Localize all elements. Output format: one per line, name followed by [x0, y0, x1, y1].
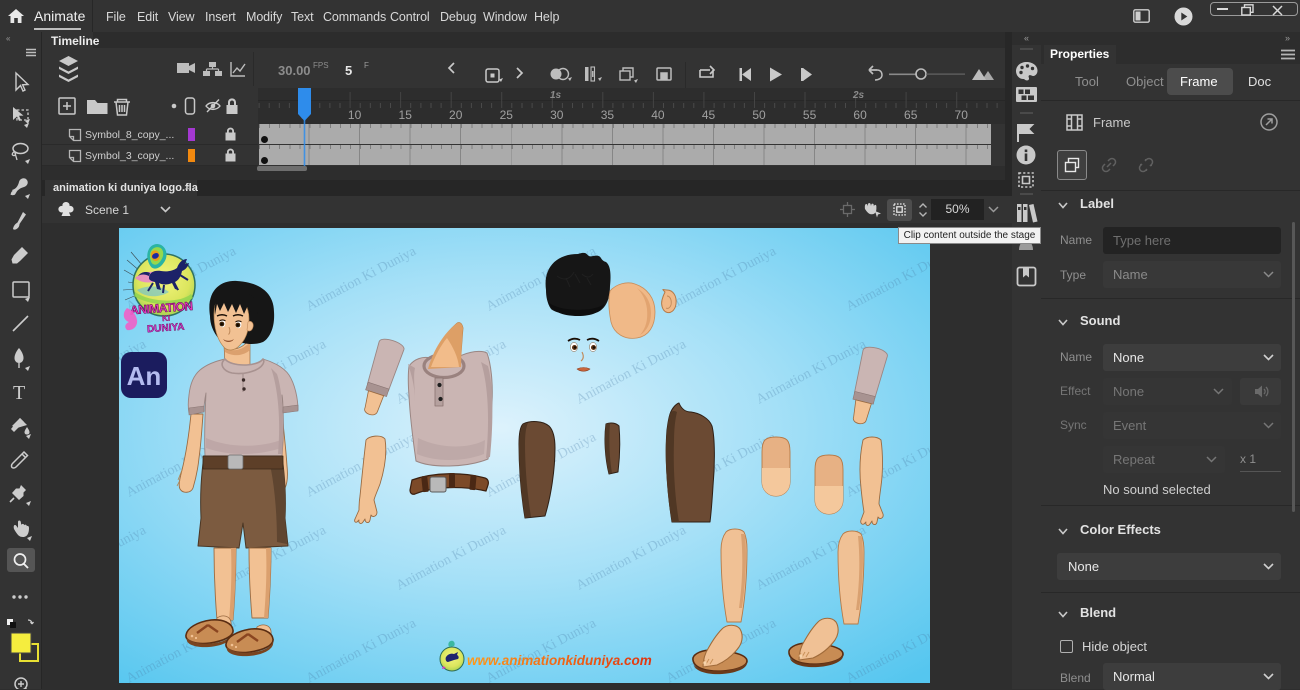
svg-text:Symbol_8_copy_...: Symbol_8_copy_...: [85, 129, 174, 141]
svg-text:«: «: [6, 34, 11, 43]
svg-text:T: T: [13, 382, 25, 404]
svg-text:50: 50: [752, 108, 766, 122]
svg-text:1s: 1s: [550, 90, 562, 101]
svg-text:30: 30: [550, 108, 564, 122]
svg-text:15: 15: [399, 108, 413, 122]
svg-text:FPS: FPS: [313, 61, 329, 70]
svg-text:45: 45: [702, 108, 716, 122]
svg-text:F: F: [364, 61, 369, 70]
svg-text:25: 25: [500, 108, 514, 122]
svg-text:55: 55: [803, 108, 817, 122]
svg-text:30.00: 30.00: [278, 63, 311, 78]
svg-text:60: 60: [853, 108, 867, 122]
svg-text:35: 35: [601, 108, 615, 122]
svg-text:20: 20: [449, 108, 463, 122]
svg-text:10: 10: [348, 108, 362, 122]
svg-text:70: 70: [955, 108, 969, 122]
svg-text:www.animationkiduniya.com: www.animationkiduniya.com: [467, 653, 652, 668]
svg-text:2s: 2s: [852, 90, 865, 101]
svg-text:An: An: [127, 361, 162, 391]
svg-text:65: 65: [904, 108, 918, 122]
svg-text:5: 5: [345, 63, 352, 78]
svg-text:Symbol_3_copy_...: Symbol_3_copy_...: [85, 150, 174, 162]
svg-text:40: 40: [651, 108, 665, 122]
